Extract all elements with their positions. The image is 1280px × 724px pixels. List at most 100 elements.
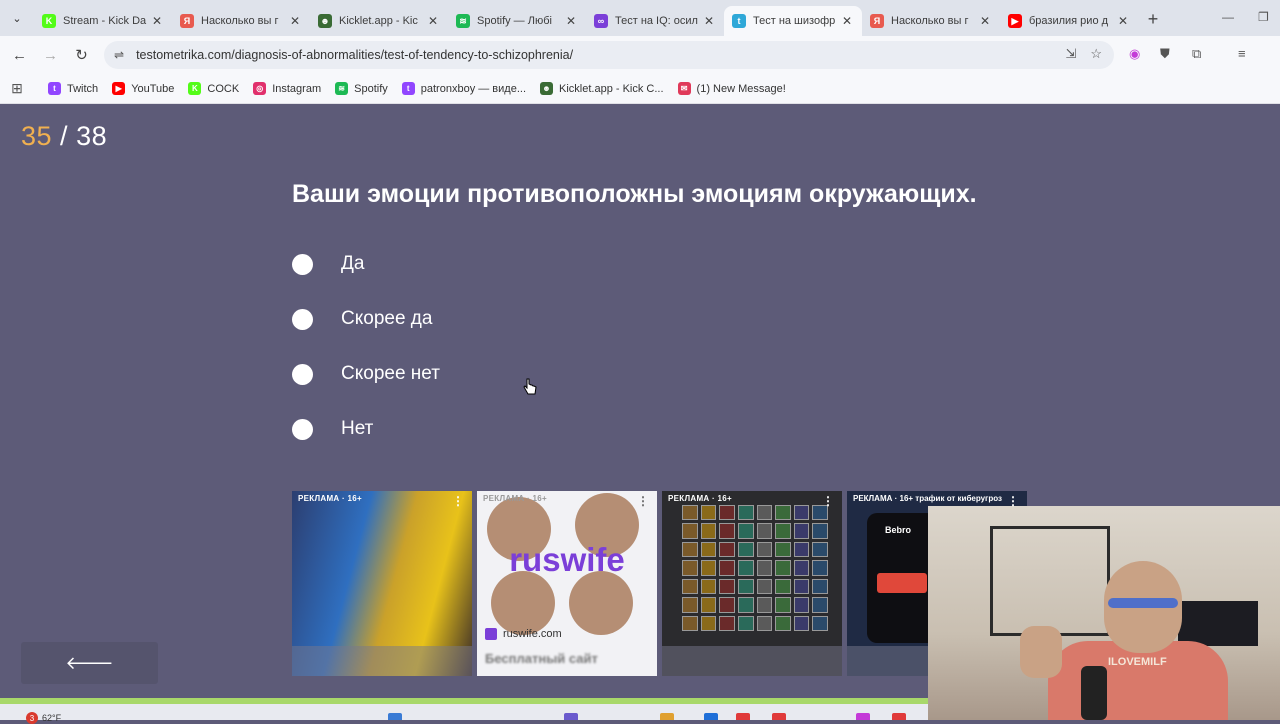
apps-grid-icon[interactable]: ⊞ [0, 80, 34, 97]
start-icon[interactable] [388, 713, 402, 720]
tab-title[interactable]: Spotify — Любі [477, 15, 564, 27]
grid-cell [775, 523, 791, 539]
address-bar[interactable]: ⇌ testometrika.com/diagnosis-of-abnormal… [104, 41, 1114, 69]
close-icon[interactable]: ✕ [564, 14, 578, 28]
tab-spotify[interactable]: ≋ Spotify — Любі ✕ [448, 6, 586, 36]
media-control-icon[interactable]: ≡ [1238, 46, 1246, 61]
tab-title[interactable]: Тест на шизофр [753, 15, 840, 27]
weather-widget[interactable]: 3 62°F [26, 712, 61, 724]
taskbar-app-icon[interactable] [856, 713, 870, 720]
tab-title[interactable]: Тест на IQ: осил [615, 15, 702, 27]
tab-title[interactable]: бразилия рио д [1029, 15, 1116, 27]
tab-title[interactable]: Kicklet.app - Kic [339, 15, 426, 27]
more-options-icon[interactable]: ⋮ [1007, 494, 1019, 508]
answer-option-rather-yes[interactable]: Скорее да [292, 308, 432, 330]
bookmark-item[interactable]: ▶ YouTube [112, 82, 174, 95]
tab-youtube[interactable]: ▶ бразилия рио д ✕ [1000, 6, 1138, 36]
radio-button[interactable] [292, 363, 313, 385]
bookmark-label[interactable]: (1) New Message! [697, 83, 786, 95]
more-options-icon[interactable]: ⋮ [822, 494, 834, 508]
tab-iq[interactable]: ∞ Тест на IQ: осил ✕ [586, 6, 724, 36]
counter-total: 38 [76, 121, 108, 151]
answer-label[interactable]: Скорее да [341, 308, 432, 330]
bookmark-item[interactable]: ◎ Instagram [253, 82, 321, 95]
bookmark-label[interactable]: Spotify [354, 83, 388, 95]
answer-option-yes[interactable]: Да [292, 253, 364, 275]
grid-cell [737, 523, 754, 539]
taskbar-app-icon[interactable] [892, 713, 906, 720]
window-maximize-button[interactable]: ❐ [1258, 0, 1269, 34]
more-options-icon[interactable]: ⋮ [452, 494, 464, 508]
bookmark-item[interactable]: ≋ Spotify [335, 82, 388, 95]
answer-option-no[interactable]: Нет [292, 418, 373, 440]
radio-button[interactable] [292, 418, 313, 440]
ad-label: РЕКЛАМА · 16+ [483, 494, 547, 503]
taskbar-app-icon[interactable] [704, 713, 718, 720]
reload-button[interactable]: ↻ [66, 46, 97, 64]
back-button[interactable]: ← [4, 47, 35, 64]
bookmark-star-icon[interactable]: ☆ [1090, 46, 1102, 62]
close-icon[interactable]: ✕ [150, 14, 164, 28]
tab-kick[interactable]: K Stream - Kick Da ✕ [34, 6, 172, 36]
bookmark-item[interactable]: t Twitch [48, 82, 98, 95]
close-icon[interactable]: ✕ [288, 14, 302, 28]
tab-yandex[interactable]: Я Насколько вы г ✕ [862, 6, 1000, 36]
grid-cell [812, 597, 828, 613]
bookmark-item[interactable]: K COCK [188, 82, 239, 95]
tab-search-button[interactable]: ⌄ [0, 0, 34, 36]
close-icon[interactable]: ✕ [702, 14, 716, 28]
install-app-icon[interactable]: ⇲ [1065, 46, 1076, 62]
grid-cell [793, 597, 810, 613]
tab-yandex[interactable]: Я Насколько вы г ✕ [172, 6, 310, 36]
bookmark-label[interactable]: Instagram [272, 83, 321, 95]
new-tab-button[interactable]: + [1138, 9, 1168, 30]
taskbar-app-icon[interactable] [564, 713, 578, 720]
bookmark-item[interactable]: ✉ (1) New Message! [677, 82, 786, 95]
window-minimize-button[interactable]: — [1222, 0, 1234, 34]
bookmark-icon: t [401, 82, 415, 95]
ad-card-game[interactable]: РЕКЛАМА · 16+ ⋮ [662, 491, 842, 676]
ad-brand-text: Bebro [885, 525, 912, 535]
taskbar-app-icon[interactable] [772, 713, 786, 720]
forward-button[interactable]: → [35, 47, 66, 64]
answer-option-rather-no[interactable]: Скорее нет [292, 363, 440, 385]
answer-label[interactable]: Нет [341, 418, 373, 440]
grid-cell [719, 615, 735, 631]
youtube-icon: ▶ [1008, 14, 1022, 28]
answer-label[interactable]: Да [341, 253, 364, 275]
close-icon[interactable]: ✕ [426, 14, 440, 28]
folder-icon[interactable] [660, 713, 674, 720]
bookmark-item[interactable]: ☻ Kicklet.app - Kick C... [540, 82, 664, 95]
tab-title[interactable]: Насколько вы г [201, 15, 288, 27]
tab-testometrika[interactable]: t Тест на шизофр ✕ [724, 6, 862, 36]
answer-label[interactable]: Скорее нет [341, 363, 440, 385]
bookmark-label[interactable]: patronxboy — виде... [421, 83, 526, 95]
grid-cell [756, 597, 773, 613]
bookmark-label[interactable]: Twitch [67, 83, 98, 95]
radio-button[interactable] [292, 253, 313, 275]
bookmark-label[interactable]: Kicklet.app - Kick C... [559, 83, 664, 95]
extensions-icon[interactable]: ⧉ [1192, 46, 1201, 62]
close-icon[interactable]: ✕ [840, 14, 854, 28]
url-text[interactable]: testometrika.com/diagnosis-of-abnormalit… [136, 48, 573, 62]
site-info-icon[interactable]: ⇌ [114, 48, 124, 62]
extension-icon-1[interactable]: ◉ [1129, 46, 1140, 62]
grid-cell [682, 505, 698, 521]
grid-cell [700, 505, 717, 521]
tab-kicklet[interactable]: ☻ Kicklet.app - Kic ✕ [310, 6, 448, 36]
taskbar-app-icon[interactable] [736, 713, 750, 720]
tab-title[interactable]: Stream - Kick Da [63, 15, 150, 27]
back-question-button[interactable]: 🡐 [21, 642, 158, 684]
extension-icon-2[interactable]: ⛊ [1160, 46, 1170, 62]
ad-card-face[interactable]: РЕКЛАМА · 16+ ⋮ [292, 491, 472, 676]
bookmark-label[interactable]: COCK [207, 83, 239, 95]
more-options-icon[interactable]: ⋮ [637, 494, 649, 508]
ad-card-ruswife[interactable]: РЕКЛАМА · 16+ ⋮ ruswife ruswife.com Бесп… [477, 491, 657, 676]
close-icon[interactable]: ✕ [1116, 14, 1130, 28]
radio-button[interactable] [292, 308, 313, 330]
bookmark-item[interactable]: t patronxboy — виде... [401, 82, 526, 95]
close-icon[interactable]: ✕ [978, 14, 992, 28]
tab-title[interactable]: Насколько вы г [891, 15, 978, 27]
grid-cell [719, 560, 735, 576]
bookmark-label[interactable]: YouTube [131, 83, 174, 95]
